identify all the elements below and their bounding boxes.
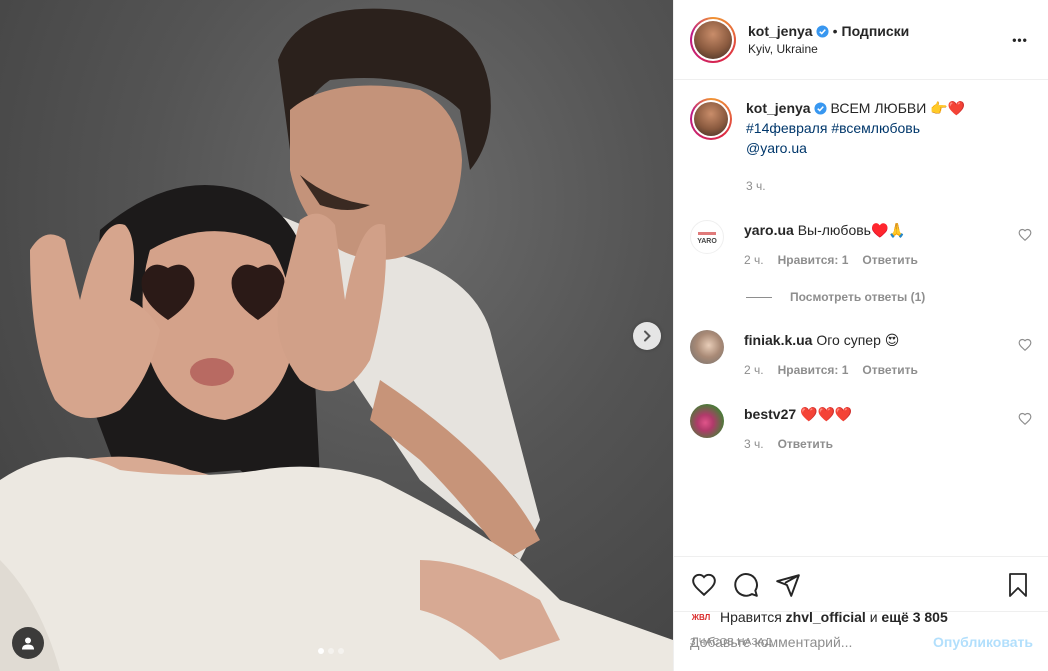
svg-text:YARO: YARO <box>697 238 717 245</box>
comment-avatar-bestv27[interactable] <box>690 404 724 438</box>
author-avatar[interactable] <box>690 16 736 63</box>
comment-item: YARO yaro.ua Вы-любовь♥️🙏 2 ч. Нравится:… <box>690 220 1032 270</box>
user-tag-icon <box>22 637 34 650</box>
post-dialog: kot_jenya • Подписки Kyiv, Ukraine ••• kot… <box>0 0 1048 671</box>
reply-button[interactable]: Ответить <box>862 250 917 270</box>
bookmark-icon <box>1009 573 1027 597</box>
comment-item: bestv27 ❤️❤️❤️ 3 ч. Ответить <box>690 404 1032 454</box>
comment-time[interactable]: 2 ч. <box>744 360 764 380</box>
carousel-indicator <box>318 648 344 654</box>
caption: kot_jenya ВСЕМ ЛЮБВИ 👉❤️ #14февраля #все… <box>690 98 1032 196</box>
verified-icon <box>814 102 827 115</box>
more-icon: ••• <box>1012 32 1028 47</box>
heart-icon[interactable] <box>1018 228 1032 242</box>
comment-likes[interactable]: Нравится: 1 <box>778 360 849 380</box>
view-replies-button[interactable]: Посмотреть ответы (1) <box>746 290 1032 304</box>
caption-mention[interactable]: @yaro.ua <box>746 140 807 156</box>
view-replies-label: Посмотреть ответы (1) <box>790 290 926 304</box>
comment-button[interactable] <box>732 571 760 599</box>
comment-text: Вы-любовь♥️🙏 <box>797 222 906 238</box>
heart-icon <box>692 573 716 597</box>
add-comment-bar: Опубликовать <box>674 611 1048 671</box>
author-username[interactable]: kot_jenya <box>748 23 813 39</box>
comment-username[interactable]: finiak.k.ua <box>744 332 812 348</box>
heart-icon[interactable] <box>1018 338 1032 352</box>
caption-time[interactable]: 3 ч. <box>746 176 766 196</box>
caption-username[interactable]: kot_jenya <box>746 100 811 116</box>
heart-icon[interactable] <box>1018 412 1032 426</box>
follow-separator: • <box>832 23 838 39</box>
comment-time[interactable]: 3 ч. <box>744 434 764 454</box>
share-button[interactable] <box>774 571 802 599</box>
chevron-right-icon <box>644 330 651 342</box>
comment-text: ❤️❤️❤️ <box>800 406 853 422</box>
like-button[interactable] <box>690 571 718 599</box>
yaro-logo-icon: YARO <box>697 232 717 245</box>
comment-item: finiak.k.ua Ого супер 😍 2 ч. Нравится: 1… <box>690 330 1032 380</box>
comment-username[interactable]: bestv27 <box>744 406 796 422</box>
post-location[interactable]: Kyiv, Ukraine <box>748 42 1008 56</box>
user-tags-button[interactable] <box>12 627 44 659</box>
caption-text: ВСЕМ ЛЮБВИ 👉❤️ <box>830 100 966 116</box>
comment-avatar-finiak[interactable] <box>690 330 724 364</box>
reply-button[interactable]: Ответить <box>862 360 917 380</box>
caption-author-avatar[interactable] <box>690 98 732 140</box>
post-side-panel: kot_jenya • Подписки Kyiv, Ukraine ••• kot… <box>673 0 1048 671</box>
comment-likes[interactable]: Нравится: 1 <box>778 250 849 270</box>
carousel-dot <box>318 648 324 654</box>
replies-line <box>746 296 772 298</box>
carousel-dot <box>328 648 334 654</box>
share-icon <box>776 574 800 597</box>
comment-time[interactable]: 2 ч. <box>744 250 764 270</box>
publish-button[interactable]: Опубликовать <box>933 634 1033 650</box>
save-button[interactable] <box>1004 571 1032 599</box>
caption-hashtags[interactable]: #14февраля #всемлюбовь <box>746 120 920 136</box>
comment-input[interactable] <box>690 633 934 650</box>
reply-button[interactable]: Ответить <box>778 434 833 454</box>
post-photo[interactable] <box>0 0 673 671</box>
comment-avatar-yaro[interactable]: YARO <box>690 220 724 254</box>
carousel-dot <box>338 648 344 654</box>
comments-section: kot_jenya ВСЕМ ЛЮБВИ 👉❤️ #14февраля #все… <box>674 80 1048 556</box>
post-header: kot_jenya • Подписки Kyiv, Ukraine ••• <box>674 0 1048 80</box>
following-button[interactable]: Подписки <box>842 23 910 39</box>
more-options-button[interactable]: ••• <box>1008 28 1032 52</box>
photo-scene <box>0 8 673 671</box>
comment-icon <box>734 573 758 597</box>
comment-text: Ого супер 😍 <box>816 332 900 348</box>
comment-username[interactable]: yaro.ua <box>744 222 794 238</box>
carousel-next-button[interactable] <box>633 322 661 350</box>
verified-icon <box>816 25 829 38</box>
